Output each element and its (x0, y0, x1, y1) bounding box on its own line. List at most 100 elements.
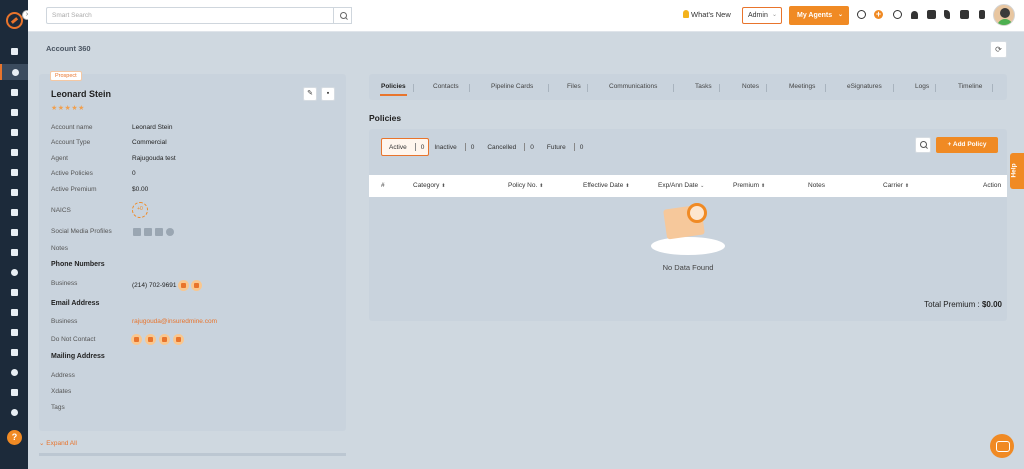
help-tab[interactable]: Help (1010, 153, 1024, 189)
tab-pipeline-cards[interactable]: Pipeline Cards (491, 83, 533, 90)
email-label: Business (51, 318, 78, 325)
chip-icon[interactable] (960, 10, 969, 19)
column-header[interactable]: Policy No. ⬍ (508, 182, 543, 189)
field-value: 0 (132, 170, 136, 177)
tab-separator (719, 84, 720, 92)
email-value[interactable]: rajugouda@insuredmine.com (132, 318, 217, 325)
mail-icon[interactable] (173, 334, 184, 345)
my-agents-button[interactable]: My Agents ⌄ (789, 6, 849, 25)
sidebar-item-files[interactable] (0, 104, 28, 120)
search-icon[interactable] (333, 7, 352, 24)
whats-new-link[interactable]: What's New (683, 10, 731, 19)
add-icon[interactable]: + (874, 10, 883, 19)
sync-icon[interactable] (857, 10, 866, 19)
search-input[interactable]: Smart Search (46, 7, 352, 24)
chat-icon[interactable] (990, 434, 1014, 458)
facebook-icon[interactable] (144, 228, 152, 236)
filter-divider (524, 143, 526, 151)
sidebar-item-list[interactable] (0, 124, 28, 140)
call-icon[interactable] (178, 280, 190, 291)
sidebar-item-calendar[interactable] (0, 304, 28, 320)
sidebar-item-contacts[interactable] (0, 144, 28, 160)
tab-tasks[interactable]: Tasks (695, 83, 712, 90)
add-policy-button[interactable]: + Add Policy (936, 137, 998, 153)
sidebar-item-reports[interactable] (0, 224, 28, 240)
filter-inactive[interactable]: Inactive (429, 144, 461, 151)
app-logo-icon[interactable] (6, 12, 23, 29)
column-header[interactable]: Exp/Ann Date ⌄ (658, 182, 704, 189)
tab-policies[interactable]: Policies (380, 83, 407, 96)
column-label: Policy No. (508, 182, 538, 189)
phone-value: (214) 702-9691 (132, 280, 203, 291)
twitter-icon[interactable] (155, 228, 163, 236)
sidebar-item-team[interactable] (0, 264, 28, 280)
column-label: Effective Date (583, 182, 624, 189)
bell-icon[interactable] (911, 11, 918, 19)
sidebar-item-email[interactable] (0, 324, 28, 340)
sidebar-item-analytics[interactable] (0, 384, 28, 400)
account-card: Prospect Leonard Stein ★★★★★ ✎ ▪ Account… (39, 71, 346, 431)
column-label: # (381, 182, 385, 189)
column-header[interactable]: Premium ⬍ (733, 182, 765, 189)
avatar[interactable] (993, 4, 1015, 26)
sidebar-item-pipeline[interactable] (0, 164, 28, 180)
tab-files[interactable]: Files (567, 83, 581, 90)
edit-button[interactable]: ✎ (303, 87, 317, 101)
sidebar-item-tasks[interactable] (0, 204, 28, 220)
tab-logs[interactable]: Logs (915, 83, 929, 90)
sidebar-item-folders[interactable] (0, 244, 28, 260)
megaphone-icon (10, 188, 18, 196)
phone-icon[interactable] (944, 10, 950, 19)
role-select[interactable]: Admin ⌄ (742, 7, 782, 24)
sidebar-item-campaigns[interactable] (0, 184, 28, 200)
sms-icon[interactable] (191, 280, 203, 291)
tab-notes[interactable]: Notes (742, 83, 759, 90)
tab-timeline[interactable]: Timeline (958, 83, 982, 90)
naics-icon[interactable]: +0 (132, 202, 148, 218)
sidebar-item-policies[interactable] (0, 84, 28, 100)
logout-icon[interactable] (927, 10, 936, 19)
tab-separator (992, 84, 993, 92)
filter-active[interactable]: Active 0 (381, 138, 430, 156)
field-label: Account name (51, 124, 93, 131)
pencil-icon: ✎ (307, 90, 313, 97)
tab-bar: Policies Contacts Pipeline Cards Files C… (369, 74, 1007, 100)
call-icon[interactable] (159, 334, 170, 345)
mobile-icon[interactable] (979, 10, 985, 19)
rating-stars[interactable]: ★★★★★ (51, 104, 85, 112)
help-icon[interactable]: ? (7, 430, 22, 445)
status-badge: Prospect (50, 71, 82, 81)
filter-divider (464, 143, 466, 151)
tab-contacts[interactable]: Contacts (433, 83, 459, 90)
user-icon (11, 68, 19, 76)
tab-meetings[interactable]: Meetings (789, 83, 815, 90)
column-header[interactable]: Category ⬍ (413, 182, 446, 189)
sidebar-item-billing[interactable] (0, 364, 28, 380)
sidebar-item-handshake[interactable] (0, 344, 28, 360)
filter-future[interactable]: Future (542, 144, 571, 151)
column-header[interactable]: Effective Date ⬍ (583, 182, 630, 189)
clock-icon[interactable] (893, 10, 902, 19)
tab-communications[interactable]: Communications (609, 83, 657, 90)
phone-number[interactable]: (214) 702-9691 (132, 282, 176, 289)
dollar-icon (10, 368, 18, 376)
sidebar-item-accounts[interactable] (0, 64, 28, 80)
filter-cancelled[interactable]: Cancelled (482, 144, 521, 151)
team-icon (10, 268, 18, 276)
list-icon (10, 128, 18, 136)
sidebar-item-dashboard[interactable] (0, 43, 28, 59)
search-icon[interactable] (915, 137, 931, 153)
tab-esignatures[interactable]: eSignatures (847, 83, 882, 90)
expand-all-link[interactable]: ⌄ Expand All (39, 439, 77, 447)
column-header[interactable]: Carrier ⬍ (883, 182, 909, 189)
globe-icon[interactable] (166, 228, 174, 236)
sms-icon[interactable] (145, 334, 156, 345)
sidebar-item-settings[interactable] (0, 404, 28, 420)
delete-button[interactable]: ▪ (321, 87, 335, 101)
linkedin-icon[interactable] (133, 228, 141, 236)
sidebar-item-forms[interactable] (0, 284, 28, 300)
email-icon[interactable] (131, 334, 142, 345)
funnel-icon (10, 168, 18, 176)
empty-state-illustration (651, 203, 725, 259)
refresh-button[interactable]: ⟳ (990, 41, 1007, 58)
